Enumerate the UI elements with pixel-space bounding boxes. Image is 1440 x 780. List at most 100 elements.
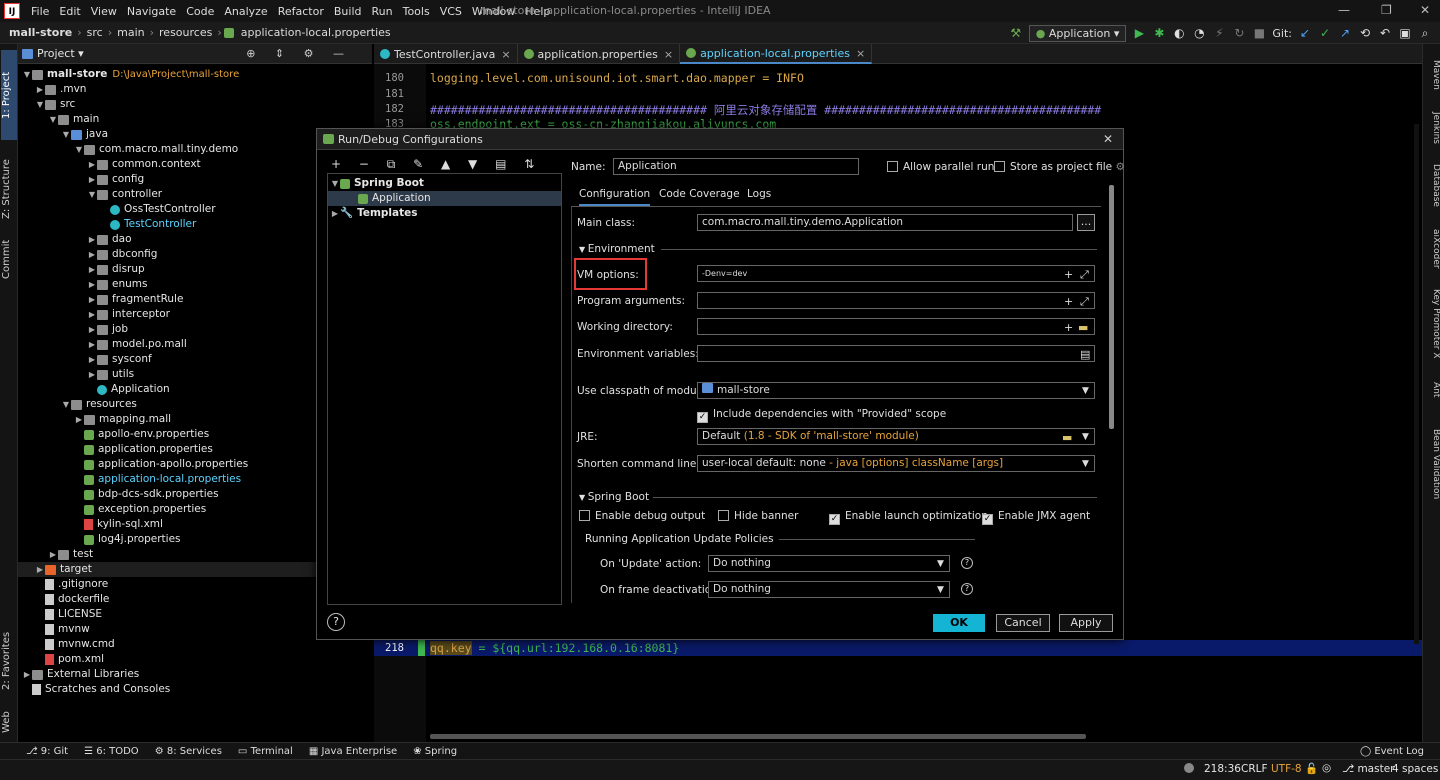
code-line[interactable]: logging.level.com.unisound.iot.smart.dao… [430,71,804,85]
tree-node[interactable]: ▼ main [48,112,99,127]
tree-application[interactable]: Application [328,191,561,206]
close-window-button[interactable]: ✕ [1420,3,1430,17]
help-button[interactable]: ? [327,613,345,631]
edit-list-icon[interactable]: ▤ [1080,347,1090,362]
menu-analyze[interactable]: Analyze [219,5,272,18]
tree-node[interactable]: mvnw [35,622,90,637]
expand-arrow-icon[interactable]: ▼ [61,127,71,142]
tree-node[interactable]: Application [87,382,170,397]
run-config-select[interactable]: ● Application ▾ [1028,24,1127,42]
expand-arrow-icon[interactable]: ▶ [87,352,97,367]
spring-tool-tab[interactable]: ❀ Spring [405,746,465,757]
expand-arrow-icon[interactable]: ▶ [87,262,97,277]
database-tool-tab[interactable]: Database [1425,164,1440,218]
tree-node[interactable]: ▶ .mvn [35,82,87,97]
services-tool-tab[interactable]: ⚙ 8: Services [147,746,230,757]
tree-node[interactable]: ▶ dbconfig [87,247,158,262]
tree-node[interactable]: apollo-env.properties [74,427,209,442]
git-history-icon[interactable]: ⟲ [1358,26,1372,40]
working-directory-input[interactable]: + ▬ [697,318,1095,335]
tree-node[interactable]: ▶ utils [87,367,134,382]
indent-setting[interactable]: 4 spaces [1392,763,1438,775]
tab-logs[interactable]: Logs [747,188,771,200]
git-branch[interactable]: ⎇ master [1342,763,1394,775]
expand-arrow-icon[interactable]: ▼ [87,187,97,202]
menu-tools[interactable]: Tools [398,5,435,18]
expand-arrow-icon[interactable]: ▶ [35,82,45,97]
on-update-select[interactable]: Do nothing ▼ [708,555,950,572]
expand-arrow-icon[interactable]: ▶ [87,277,97,292]
allow-parallel-checkbox[interactable]: Allow parallel run [887,161,994,173]
enable-debug-checkbox[interactable]: Enable debug output [579,510,705,522]
expand-arrow-icon[interactable]: ▶ [48,547,58,562]
menu-code[interactable]: Code [181,5,219,18]
close-tab-icon[interactable]: × [664,45,673,64]
store-project-checkbox[interactable]: Store as project file ⚙ [994,161,1125,173]
structure-tool-tab[interactable]: Z: Structure [1,154,17,224]
expand-arrow-icon[interactable]: ▶ [87,157,97,172]
tree-node[interactable]: ▶ enums [87,277,148,292]
enable-launch-optimization-checkbox[interactable]: ✓ Enable launch optimization [829,510,988,525]
tree-node[interactable]: ▶ mapping.mall [74,412,171,427]
breadcrumb-src[interactable]: src [84,26,106,39]
menu-vcs[interactable]: VCS [435,5,467,18]
tab-configuration[interactable]: Configuration [579,188,651,206]
tree-node[interactable]: ▶ config [87,172,144,187]
folder-icon[interactable]: ▬ [1062,430,1072,445]
folder-icon[interactable]: ▬ [1078,320,1088,335]
expand-arrow-icon[interactable]: ▼ [35,97,45,112]
on-frame-select[interactable]: Do nothing ▼ [708,581,950,598]
expand-arrow-icon[interactable]: ▼ [74,142,84,157]
menu-file[interactable]: File [26,5,54,18]
tree-node[interactable]: ▼ java [61,127,108,142]
maven-tool-tab[interactable]: Maven [1425,60,1440,100]
shorten-command-select[interactable]: user-local default: none - java [options… [697,455,1095,472]
breadcrumb-resources[interactable]: resources [156,26,215,39]
lock-icon[interactable]: 🔓 [1305,762,1318,775]
tree-node[interactable]: kylin-sql.xml [74,517,163,532]
tree-node[interactable]: ▶ dao [87,232,132,247]
horizontal-scrollbar[interactable] [430,734,1086,739]
dialog-scrollbar[interactable] [1109,185,1114,429]
tab-testcontroller[interactable]: TestController.java × [374,44,518,64]
tree-node[interactable]: ▶ External Libraries [22,667,139,682]
menu-build[interactable]: Build [329,5,367,18]
tree-node[interactable]: ▶ test [48,547,93,562]
code-line[interactable]: ########################################… [430,102,1101,118]
search-icon[interactable]: ⌕ [1418,26,1432,41]
expand-arrow-icon[interactable]: ▼ [22,67,32,82]
inspection-icon[interactable]: ◎ [1322,762,1331,774]
jenkins-tool-tab[interactable]: Jenkins [1425,112,1440,156]
expand-arrow-icon[interactable]: ▶ [35,562,45,577]
tree-templates[interactable]: ▶ 🔧 Templates [330,206,418,221]
git-update-icon[interactable]: ↙ [1298,26,1312,40]
spring-boot-section[interactable]: ▼ Spring Boot [579,491,649,503]
todo-tool-tab[interactable]: ☰ 6: TODO [76,746,147,757]
attach-icon[interactable]: ⚡ [1212,26,1226,40]
file-encoding[interactable]: UTF-8 [1271,763,1302,775]
expand-arrow-icon[interactable]: ▼ [48,112,58,127]
tree-node[interactable]: ▶ common.context [87,157,201,172]
git-rollback-icon[interactable]: ↶ [1378,26,1392,40]
terminal-tool-tab[interactable]: ▭ Terminal [230,746,301,757]
git-tool-tab[interactable]: ⎇ 9: Git [0,746,76,757]
tree-node[interactable]: ▼ mall-store D:\Java\Project\mall-store [22,67,239,82]
project-tool-tab[interactable]: 1: Project [1,50,17,140]
program-arguments-input[interactable]: + ⤢ [697,292,1095,309]
env-variables-input[interactable]: ▤ [697,345,1095,362]
tree-spring-boot[interactable]: ▼ Spring Boot [330,176,424,191]
tab-application-properties[interactable]: application.properties × [518,44,681,64]
tree-node[interactable]: bdp-dcs-sdk.properties [74,487,219,502]
minimize-button[interactable]: — [1338,3,1350,17]
git-commit-icon[interactable]: ✓ [1318,26,1332,40]
help-icon[interactable]: ? [961,557,973,569]
expand-arrow-icon[interactable]: ▶ [87,322,97,337]
expand-arrow-icon[interactable]: ▶ [87,247,97,262]
hide-banner-checkbox[interactable]: Hide banner [718,510,798,522]
favorites-tool-tab[interactable]: 2: Favorites [1,626,17,696]
dialog-close-button[interactable]: ✕ [1103,132,1113,146]
tree-node[interactable]: OssTestController [100,202,216,217]
tree-node[interactable]: exception.properties [74,502,206,517]
expand-arrow-icon[interactable]: ▶ [87,292,97,307]
expand-arrow-icon[interactable]: ▶ [22,667,32,682]
